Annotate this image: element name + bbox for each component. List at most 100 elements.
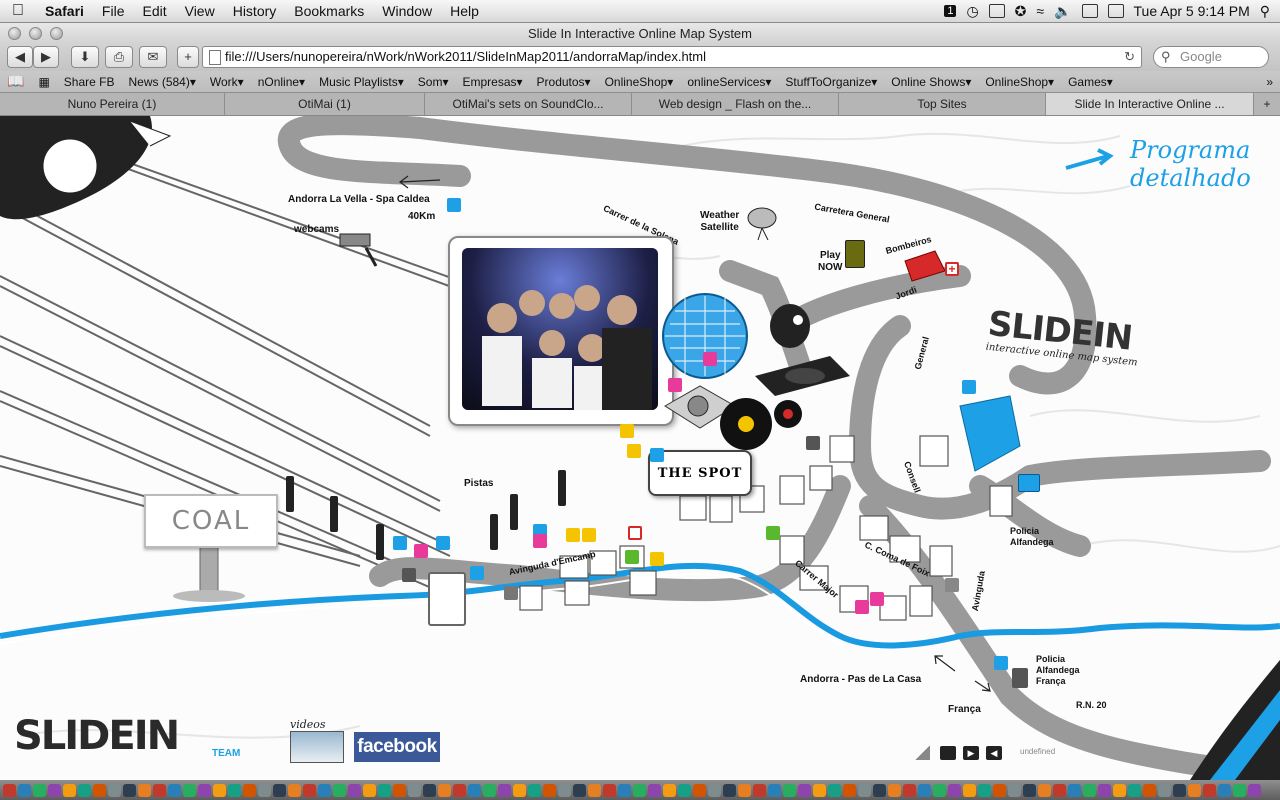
tab-nuno-pereira[interactable]: Nuno Pereira (1) bbox=[0, 93, 225, 115]
parking-icon[interactable] bbox=[402, 568, 416, 582]
parking-icon[interactable] bbox=[806, 436, 820, 450]
dock-app-icon[interactable] bbox=[468, 783, 481, 797]
dock-app-icon[interactable] bbox=[618, 783, 631, 797]
shop-icon[interactable] bbox=[870, 592, 884, 606]
webcam-icon[interactable] bbox=[336, 226, 380, 270]
dock-app-icon[interactable] bbox=[1008, 783, 1021, 797]
dj-turntable-icon[interactable] bbox=[750, 296, 860, 406]
restaurant-icon[interactable] bbox=[620, 424, 634, 438]
home-icon[interactable] bbox=[650, 448, 664, 462]
tab-top-sites[interactable]: Top Sites bbox=[839, 93, 1046, 115]
bar-icon[interactable] bbox=[855, 600, 869, 614]
dock-app-icon[interactable] bbox=[378, 783, 391, 797]
photo-popup[interactable] bbox=[448, 236, 674, 426]
dock-app-icon[interactable] bbox=[1023, 783, 1036, 797]
bookmark-music-playlists[interactable]: Music Playlists▾ bbox=[312, 75, 411, 89]
dock-app-icon[interactable] bbox=[1233, 783, 1246, 797]
shop-icon[interactable] bbox=[436, 536, 450, 550]
home-icon[interactable] bbox=[470, 566, 484, 580]
dock-app-icon[interactable] bbox=[813, 783, 826, 797]
dock-app-icon[interactable] bbox=[1113, 783, 1126, 797]
dock-app-icon[interactable] bbox=[558, 783, 571, 797]
dock-app-icon[interactable] bbox=[603, 783, 616, 797]
new-tab-button[interactable]: + bbox=[1254, 93, 1280, 115]
dock-app-icon[interactable] bbox=[1218, 783, 1231, 797]
menu-view[interactable]: View bbox=[176, 3, 224, 19]
internet-icon[interactable] bbox=[504, 586, 518, 600]
bookmark-stufftoorganize[interactable]: StuffToOrganize▾ bbox=[778, 75, 884, 89]
dock-app-icon[interactable] bbox=[708, 783, 721, 797]
dock-app-icon[interactable] bbox=[243, 783, 256, 797]
dock-app-icon[interactable] bbox=[168, 783, 181, 797]
dock-app-icon[interactable] bbox=[3, 783, 16, 797]
fullscreen-button[interactable] bbox=[940, 746, 956, 760]
dock-app-icon[interactable] bbox=[963, 783, 976, 797]
police-icon[interactable] bbox=[994, 656, 1008, 670]
bar-icon[interactable] bbox=[668, 378, 682, 392]
dock-app-icon[interactable] bbox=[303, 783, 316, 797]
battery-icon[interactable] bbox=[1081, 4, 1098, 18]
dock-app-icon[interactable] bbox=[393, 783, 406, 797]
dock-app-icon[interactable] bbox=[1038, 783, 1051, 797]
bookmark-news[interactable]: News (584)▾ bbox=[121, 75, 202, 89]
menu-history[interactable]: History bbox=[224, 3, 286, 19]
dock-app-icon[interactable] bbox=[528, 783, 541, 797]
dock-app-icon[interactable] bbox=[138, 783, 151, 797]
bookmark-onlineshop-2[interactable]: OnlineShop▾ bbox=[978, 75, 1061, 89]
play-now-jukebox-icon[interactable] bbox=[845, 240, 865, 268]
time-machine-icon[interactable]: ◷ bbox=[966, 3, 978, 20]
bookmark-games[interactable]: Games▾ bbox=[1061, 75, 1120, 89]
dock-app-icon[interactable] bbox=[228, 783, 241, 797]
tab-otimai-soundcloud[interactable]: OtiMai's sets on SoundClo... bbox=[425, 93, 632, 115]
mail-button[interactable]: ✉ bbox=[139, 46, 167, 68]
dock-app-icon[interactable] bbox=[483, 783, 496, 797]
first-aid-icon[interactable] bbox=[628, 526, 642, 540]
dock-app-icon[interactable] bbox=[198, 783, 211, 797]
dock-app-icon[interactable] bbox=[453, 783, 466, 797]
dock-app-icon[interactable] bbox=[1068, 783, 1081, 797]
dock-app-icon[interactable] bbox=[363, 783, 376, 797]
dock-app-icon[interactable] bbox=[213, 783, 226, 797]
dock-app-icon[interactable] bbox=[1158, 783, 1171, 797]
programa-detalhado-link[interactable]: Programa detalhado bbox=[1062, 136, 1272, 196]
dock-app-icon[interactable] bbox=[678, 783, 691, 797]
corner-ribbon-badge[interactable] bbox=[1190, 660, 1280, 780]
dock-app-icon[interactable] bbox=[108, 783, 121, 797]
dock-app-icon[interactable] bbox=[63, 783, 76, 797]
dock-app-icon[interactable] bbox=[1053, 783, 1066, 797]
print-button[interactable]: ⎙ bbox=[105, 46, 133, 68]
top-sites-icon[interactable]: ▦ bbox=[31, 75, 56, 89]
dock-app-icon[interactable] bbox=[33, 783, 46, 797]
dock-app-icon[interactable] bbox=[348, 783, 361, 797]
restaurant-icon[interactable] bbox=[566, 528, 580, 542]
spaces-badge-icon[interactable]: 1 bbox=[944, 5, 957, 17]
party-photo[interactable] bbox=[462, 248, 658, 410]
reading-list-icon[interactable]: 📖 bbox=[0, 73, 31, 90]
dock-app-icon[interactable] bbox=[1188, 783, 1201, 797]
dock-app-icon[interactable] bbox=[993, 783, 1006, 797]
bookmark-onlineservices[interactable]: onlineServices▾ bbox=[680, 75, 778, 89]
facebook-button[interactable]: facebook bbox=[354, 732, 440, 762]
dock-app-icon[interactable] bbox=[918, 783, 931, 797]
vinyl-record-icon[interactable] bbox=[716, 392, 806, 452]
coal-billboard[interactable]: COAL bbox=[144, 494, 278, 548]
videos-link[interactable]: videos bbox=[290, 718, 344, 763]
dock-app-icon[interactable] bbox=[948, 783, 961, 797]
dock-app-icon[interactable] bbox=[123, 783, 136, 797]
bus-icon[interactable] bbox=[1018, 474, 1040, 492]
dock-app-icon[interactable] bbox=[423, 783, 436, 797]
dock-app-icon[interactable] bbox=[903, 783, 916, 797]
bookmark-empresas[interactable]: Empresas▾ bbox=[455, 75, 529, 89]
dock-app-icon[interactable] bbox=[1173, 783, 1186, 797]
downloads-button[interactable]: ⬇ bbox=[71, 46, 99, 68]
bookmark-onlineshop[interactable]: OnlineShop▾ bbox=[598, 75, 681, 89]
dock-app-icon[interactable] bbox=[273, 783, 286, 797]
play-button[interactable]: ▶ bbox=[963, 746, 979, 760]
dock-app-icon[interactable] bbox=[798, 783, 811, 797]
menu-file[interactable]: File bbox=[93, 3, 134, 19]
spotlight-icon[interactable]: ⚲ bbox=[1260, 3, 1270, 20]
interactive-map[interactable]: Programa detalhado Andorra La Vella - Sp… bbox=[0, 116, 1280, 780]
dock-app-icon[interactable] bbox=[738, 783, 751, 797]
pharmacy-icon[interactable] bbox=[766, 526, 780, 540]
forward-button[interactable]: ▶ bbox=[33, 46, 59, 68]
